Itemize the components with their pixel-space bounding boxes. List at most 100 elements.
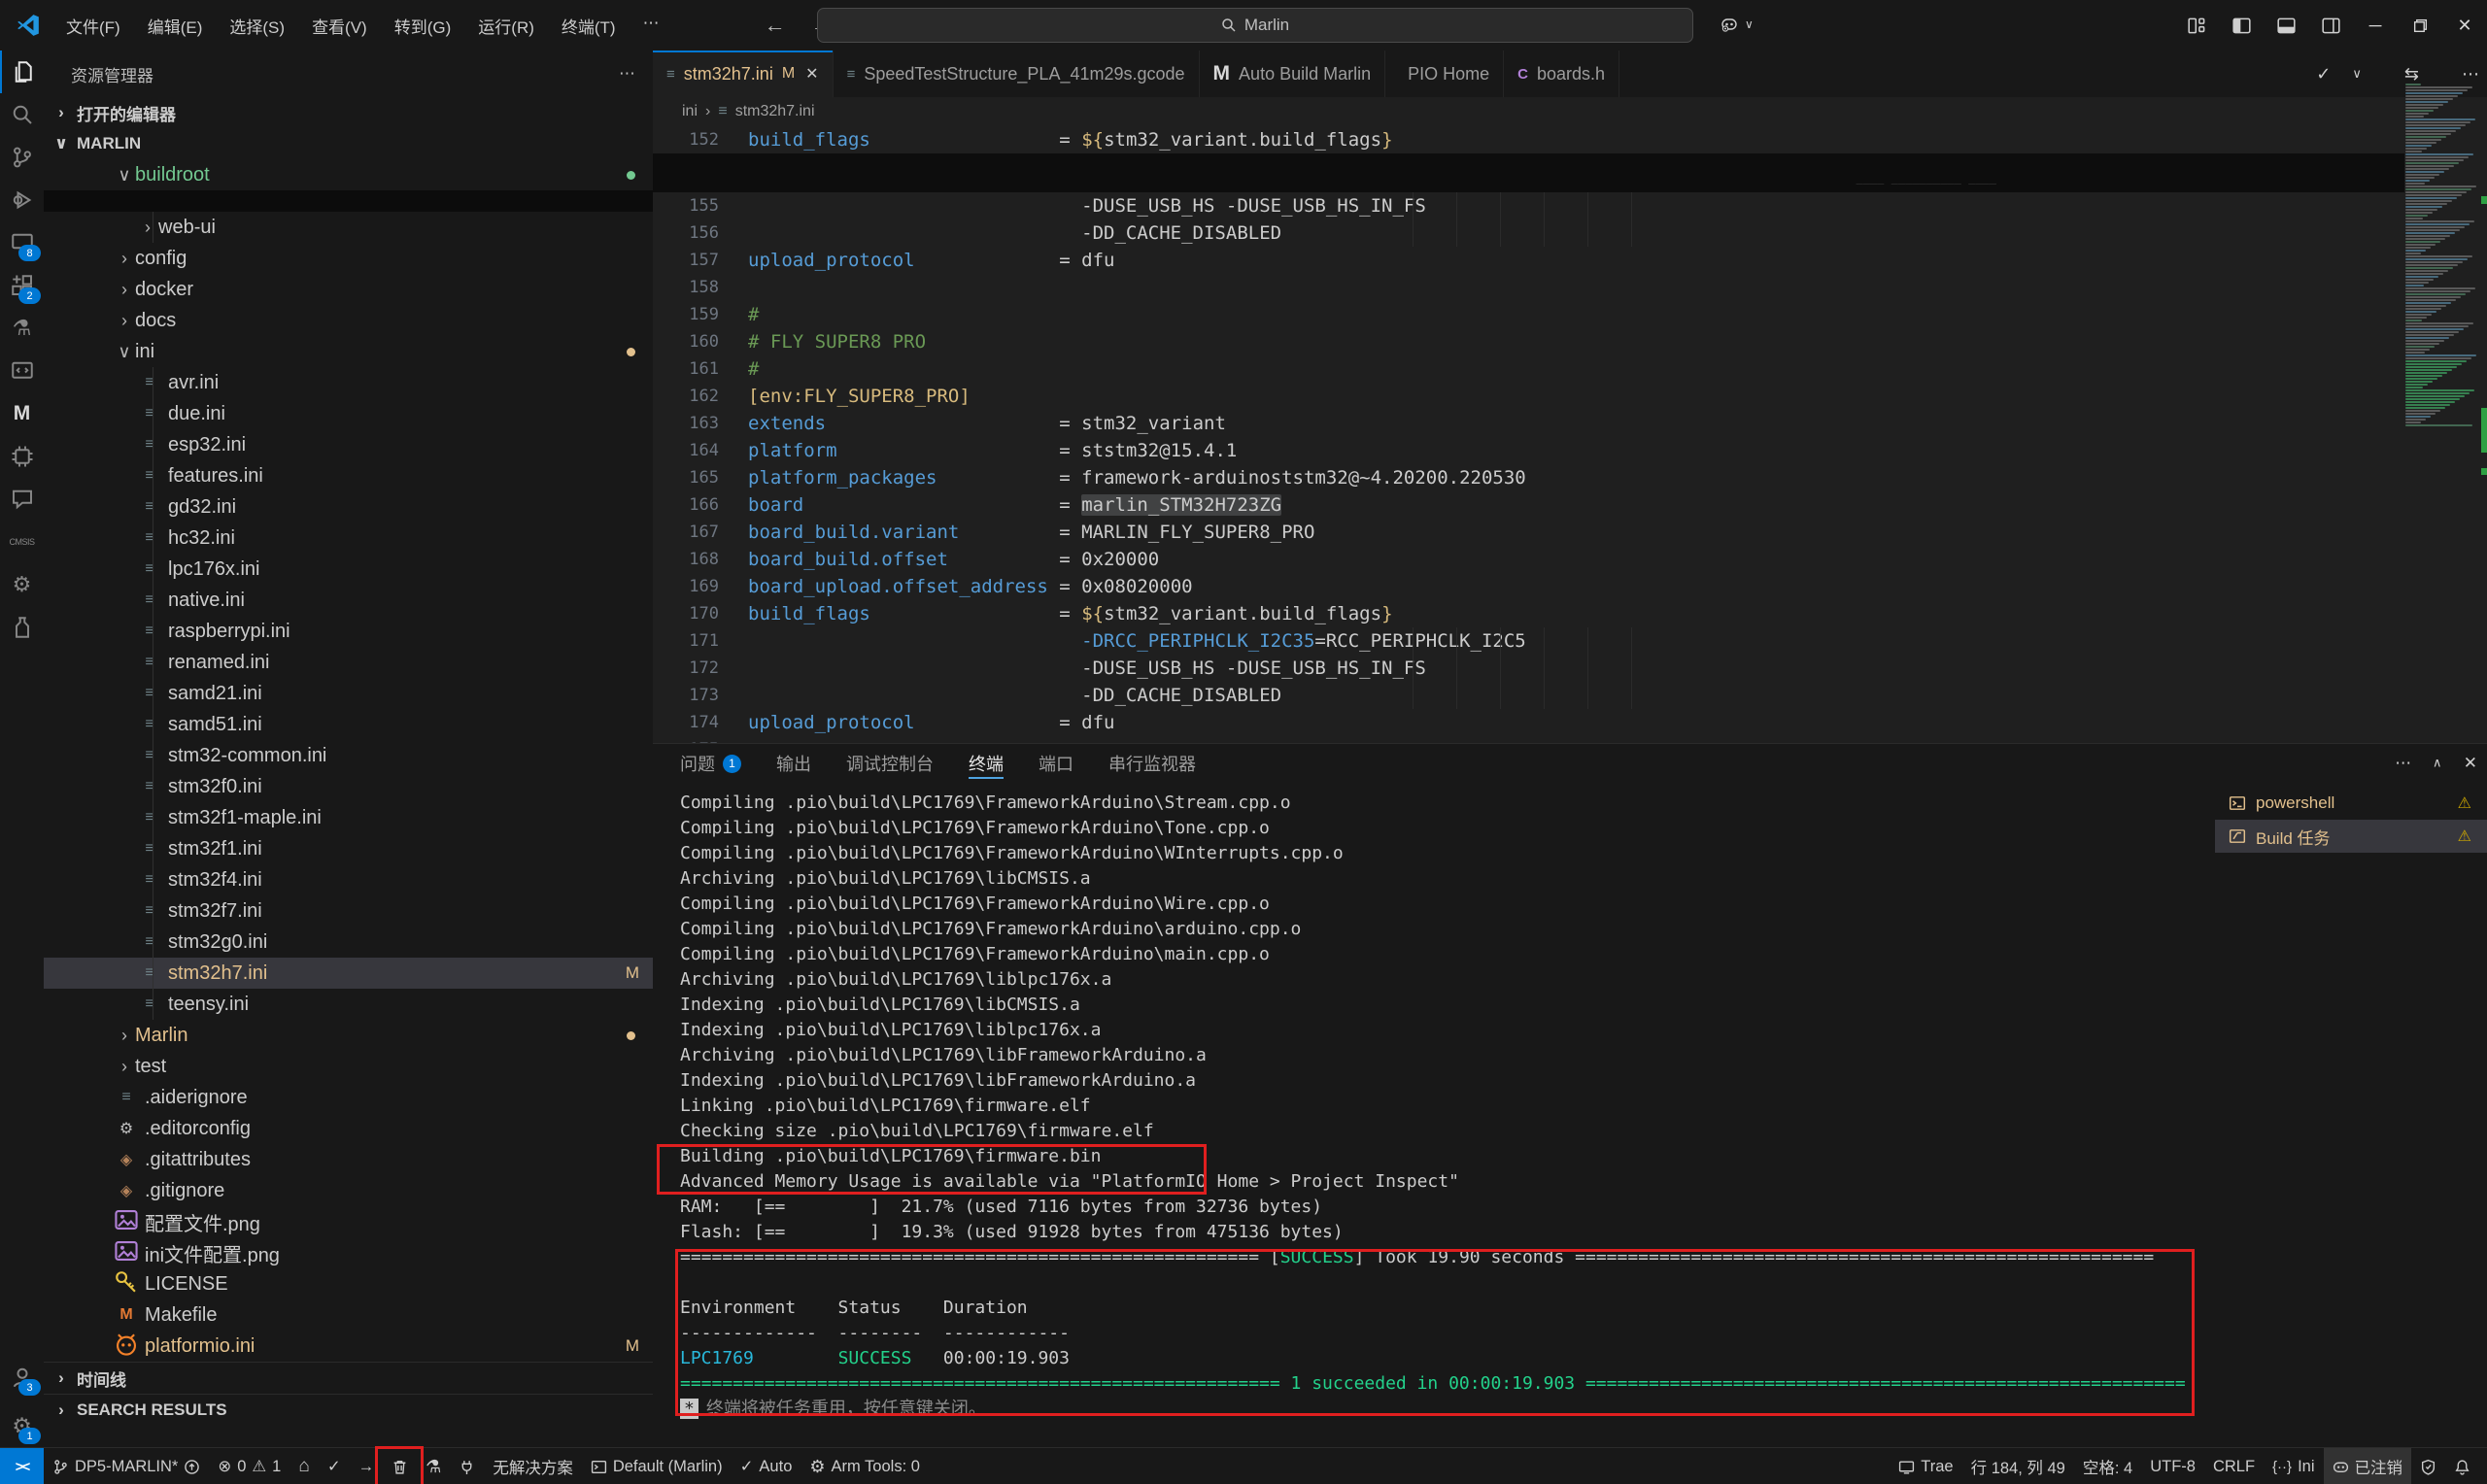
status-item-dp5marlin[interactable]: DP5-MARLIN* [44, 1448, 209, 1484]
status-item-armtools0[interactable]: ⚙Arm Tools: 0 [801, 1448, 929, 1484]
status-item[interactable] [450, 1448, 484, 1484]
tree-item[interactable]: MMakefile [44, 1299, 653, 1331]
activity-run-debug-icon[interactable] [0, 179, 44, 221]
tree-item[interactable]: ∨buildroot [44, 159, 653, 190]
activity-settings-gear-icon[interactable]: ⚙1 [0, 1404, 44, 1447]
sidebar-section[interactable]: ›时间线 [44, 1362, 653, 1394]
status-item-defaultmarlin[interactable]: Default (Marlin) [582, 1448, 732, 1484]
tree-item[interactable]: ›web-ui [44, 212, 653, 243]
activity-files-icon[interactable] [0, 51, 46, 93]
close-icon[interactable]: ✕ [2464, 754, 2477, 773]
toggle-sidebar-icon[interactable] [2219, 0, 2264, 51]
editor-tab[interactable]: ≡ stm32h7.ini M ✕ [653, 51, 834, 97]
tree-item[interactable]: ≡stm32-common.ini [44, 740, 653, 771]
tree-item[interactable]: ≡due.ini [44, 398, 653, 429]
workspace-root-section[interactable]: ∨ MARLIN [44, 128, 653, 159]
status-item-18449[interactable]: 行 184, 列 49 [1962, 1448, 2074, 1484]
status-item-trae[interactable]: Trae [1890, 1448, 1961, 1484]
status-item-ini[interactable]: {··}Ini [2264, 1448, 2323, 1484]
tree-item[interactable]: 配置文件.png [44, 1206, 653, 1237]
menu-item[interactable]: 选择(S) [218, 10, 296, 42]
activity-jar-icon[interactable] [0, 606, 44, 649]
tree-item[interactable]: ≡stm32f0.ini [44, 771, 653, 802]
terminal-list-item[interactable]: powershell⚠ [2215, 787, 2487, 820]
status-item[interactable]: ⚗ [417, 1448, 450, 1484]
panel-tab[interactable]: 输出 [776, 744, 811, 783]
minimap[interactable] [2405, 84, 2481, 491]
status-item-4[interactable]: 空格: 4 [2074, 1448, 2141, 1484]
tree-item[interactable]: ≡features.ini [44, 460, 653, 491]
tree-item[interactable]: ≡native.ini [44, 585, 653, 616]
breadcrumb-folder[interactable]: ini [682, 103, 698, 120]
tree-item[interactable]: ◈.gitattributes [44, 1144, 653, 1175]
menu-item[interactable]: 编辑(E) [136, 10, 215, 42]
tree-item[interactable]: ≡teensy.ini [44, 989, 653, 1020]
activity-remote-explorer-icon[interactable]: 8 [0, 221, 44, 264]
status-item-auto[interactable]: ✓Auto [732, 1448, 801, 1484]
tree-item[interactable]: ›config [44, 243, 653, 274]
tree-item[interactable]: ≡samd51.ini [44, 709, 653, 740]
restore-button[interactable] [2398, 0, 2442, 51]
chevron-down-icon[interactable]: ∨ [2352, 66, 2362, 82]
run-check-icon[interactable]: ✓ [2316, 64, 2331, 84]
tree-item[interactable]: ∨ini [44, 336, 653, 367]
panel-tab[interactable]: 调试控制台 [846, 744, 934, 783]
terminal-output[interactable]: Compiling .pio\build\LPC1769\FrameworkAr… [680, 791, 2215, 1448]
tree-item[interactable]: ≡samd21.ini [44, 678, 653, 709]
panel-tab[interactable]: 端口 [1039, 744, 1073, 783]
tree-item[interactable]: ≡stm32f1-maple.ini [44, 802, 653, 833]
panel-tab[interactable]: 终端 [969, 744, 1004, 783]
copilot-menu[interactable]: ∨ [1710, 10, 1763, 39]
tree-item[interactable]: ◈.gitignore [44, 1175, 653, 1206]
status-item[interactable] [2411, 1448, 2445, 1484]
tree-item[interactable]: ›Marlin [44, 1020, 653, 1051]
tree-item[interactable]: platformio.iniM [44, 1331, 653, 1362]
editor-tab[interactable]: M Auto Build Marlin [1200, 51, 1386, 97]
remote-indicator[interactable]: >< [0, 1448, 44, 1484]
tree-item[interactable]: ≡stm32g0.ini [44, 927, 653, 958]
tree-item[interactable]: ≡hc32.ini [44, 523, 653, 554]
sidebar-section[interactable]: ›SEARCH RESULTS [44, 1394, 653, 1426]
activity-search-icon[interactable] [0, 93, 44, 136]
tree-item[interactable]: ≡stm32f7.ini [44, 895, 653, 927]
tree-item[interactable]: ≡avr.ini [44, 367, 653, 398]
chevron-up-icon[interactable]: ∨ [2433, 756, 2442, 771]
status-item-[interactable]: 已注销 [2324, 1448, 2412, 1484]
status-item[interactable]: ⌂ [290, 1448, 318, 1484]
activity-extensions-icon[interactable]: 2 [0, 264, 44, 307]
tree-item[interactable]: ≡stm32f1.ini [44, 833, 653, 864]
editor-tab[interactable]: ≡ SpeedTestStructure_PLA_41m29s.gcode [834, 51, 1200, 97]
tree-item[interactable]: ⚙.editorconfig [44, 1113, 653, 1144]
tree-item[interactable]: ≡esp32.ini [44, 429, 653, 460]
compare-icon[interactable]: ⇆ [2404, 64, 2419, 84]
status-item[interactable]: → [350, 1448, 384, 1484]
more-icon[interactable]: ⋯ [2395, 754, 2411, 773]
menu-item[interactable]: 文件(F) [54, 10, 132, 42]
close-tab-icon[interactable]: ✕ [805, 64, 818, 84]
toggle-secondary-sidebar-icon[interactable] [2308, 0, 2353, 51]
activity-test-flask-icon[interactable]: ⚗ [0, 307, 44, 350]
tree-item[interactable]: ≡stm32f4.ini [44, 864, 653, 895]
tree-item[interactable]: ›docker [44, 274, 653, 305]
activity-live-preview-icon[interactable] [0, 350, 44, 392]
tree-item[interactable]: ≡stm32h7.iniM [44, 958, 653, 989]
menu-item[interactable]: ⋯ [631, 10, 671, 42]
activity-chat-icon[interactable] [0, 478, 44, 521]
close-button[interactable]: ✕ [2442, 0, 2487, 51]
status-item-crlf[interactable]: CRLF [2204, 1448, 2264, 1484]
activity-marlin-m-icon[interactable]: M [0, 392, 44, 435]
status-item-0[interactable]: ⊗0⚠1 [209, 1448, 290, 1484]
activity-cmsis-icon[interactable]: CMSIS [0, 521, 44, 563]
toggle-panel-icon[interactable] [2264, 0, 2308, 51]
more-icon[interactable]: ⋯ [2462, 64, 2479, 84]
more-actions-icon[interactable]: ⋯ [619, 64, 635, 84]
status-item[interactable]: ✓ [319, 1448, 350, 1484]
editor-tab[interactable]: PIO Home [1385, 51, 1504, 97]
panel-tab[interactable]: 问题1 [680, 744, 741, 783]
status-item[interactable] [383, 1448, 417, 1484]
status-item[interactable] [2445, 1448, 2479, 1484]
panel-tab[interactable]: 串行监视器 [1108, 744, 1196, 783]
editor-tab[interactable]: C boards.h [1504, 51, 1619, 97]
tree-item[interactable]: ≡gd32.ini [44, 491, 653, 523]
nav-back-icon[interactable]: ← [765, 13, 786, 38]
